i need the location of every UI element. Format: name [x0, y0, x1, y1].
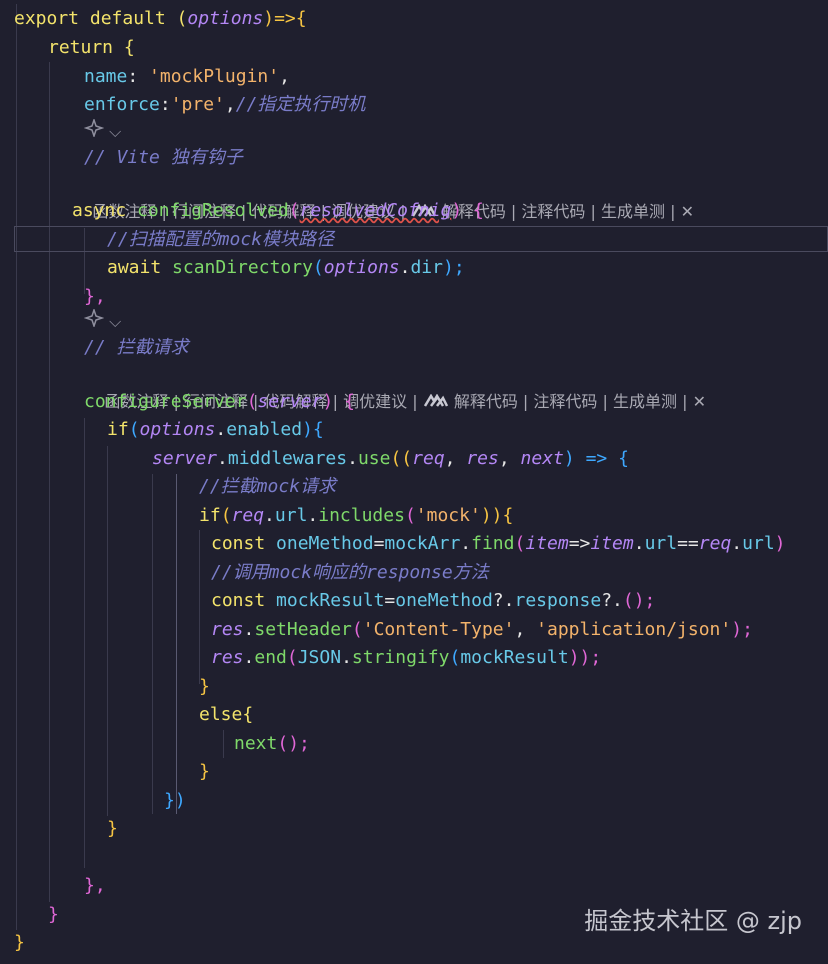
code-line: await scanDirectory(options.dir); [107, 257, 465, 278]
codelens-bar: 函数注释 | 行间注释 | 代码解释 | 调优建议 | 解释代码 | 注释代码 … [84, 360, 706, 411]
code-line: return { [48, 37, 135, 58]
code-line: const mockResult=oneMethod?.response?.()… [211, 590, 656, 611]
watermark: 掘金技术社区 @ zjp [584, 907, 802, 935]
code-line: } [199, 676, 210, 697]
chevron-down-icon[interactable]: ⌵ [109, 312, 121, 331]
sparkle-icon [83, 307, 105, 329]
code-line: configureServer(server) { [84, 391, 355, 412]
code-line: //拦截mock请求 [199, 476, 337, 497]
code-line: if(req.url.includes('mock')){ [199, 505, 514, 526]
indent-guide [152, 474, 153, 814]
indent-guide [176, 474, 177, 814]
ai-assistant-icon[interactable]: ⌵ [83, 117, 121, 146]
code-line: //扫描配置的mock模块路径 [107, 229, 335, 250]
code-line: } [107, 818, 118, 839]
code-line: // 拦截请求 [84, 337, 189, 358]
code-line: name: 'mockPlugin', [84, 66, 290, 87]
code-line: if(options.enabled){ [107, 419, 324, 440]
code-line: res.setHeader('Content-Type', 'applicati… [211, 619, 753, 640]
code-line: //调用mock响应的response方法 [211, 562, 489, 583]
code-line: server.middlewares.use((req, res, next) … [152, 448, 629, 469]
code-line: }, [84, 286, 106, 307]
indent-guide [49, 62, 50, 902]
indent-guide [84, 418, 85, 868]
code-line: } [199, 761, 210, 782]
sparkle-icon [83, 117, 105, 139]
code-line: export default (options)=>{ [14, 8, 307, 29]
chevron-down-icon[interactable]: ⌵ [109, 122, 121, 141]
code-line: const oneMethod=mockArr.find(item=>item.… [211, 533, 786, 554]
code-line: enforce:'pre',//指定执行时机 [84, 94, 366, 115]
indent-guide [107, 446, 108, 816]
codelens-bar: 函数注释 | 行间注释 | 代码解释 | 调优建议 | 解释代码 | 注释代码 … [72, 170, 694, 221]
ai-assistant-icon[interactable]: ⌵ [83, 307, 121, 336]
code-line: }, [84, 875, 106, 896]
code-line: // Vite 独有钩子 [84, 147, 243, 168]
code-line: async configResolved(resolvedCofnig) { [72, 200, 484, 221]
code-line: next(); [234, 733, 310, 754]
code-line: res.end(JSON.stringify(mockResult)); [211, 647, 602, 668]
indent-guide [199, 530, 200, 684]
code-editor[interactable]: export default (options)=>{ return { nam… [0, 0, 828, 964]
indent-guide [223, 730, 224, 758]
code-line: else{ [199, 704, 254, 725]
indent-guide [16, 4, 17, 930]
code-line: }) [164, 790, 186, 811]
